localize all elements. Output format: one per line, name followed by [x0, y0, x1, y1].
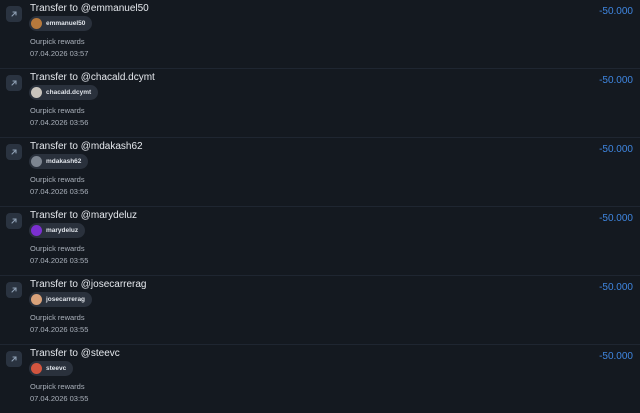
transaction-memo: Ourpick rewards	[30, 106, 85, 115]
transaction-title: Transfer to @mdakash62	[30, 141, 143, 152]
user-chip-label: josecarrerag	[46, 296, 86, 303]
user-chip[interactable]: marydeluz	[29, 223, 86, 238]
transaction-amount: -50.000	[599, 6, 633, 17]
transaction-timestamp: 07.04.2026 03:56	[30, 118, 89, 127]
avatar	[31, 294, 42, 305]
arrow-up-right-icon	[6, 351, 22, 367]
user-chip[interactable]: chacald.dcymt	[29, 85, 99, 100]
transaction-memo: Ourpick rewards	[30, 244, 85, 253]
transaction-amount: -50.000	[599, 144, 633, 155]
transaction-title: Transfer to @chacald.dcymt	[30, 72, 155, 83]
avatar	[31, 225, 42, 236]
transaction-amount: -50.000	[599, 351, 633, 362]
user-chip-label: marydeluz	[46, 227, 79, 234]
transaction-amount: -50.000	[599, 213, 633, 224]
transaction-row[interactable]: Transfer to @steevc steevc Ourpick rewar…	[0, 345, 640, 413]
transaction-title: Transfer to @josecarrerag	[30, 279, 147, 290]
transaction-memo: Ourpick rewards	[30, 37, 85, 46]
user-chip-label: chacald.dcymt	[46, 89, 92, 96]
avatar	[31, 156, 42, 167]
arrow-up-right-icon	[6, 75, 22, 91]
arrow-up-right-icon	[6, 144, 22, 160]
avatar	[31, 18, 42, 29]
user-chip[interactable]: josecarrerag	[29, 292, 93, 307]
user-chip-label: mdakash62	[46, 158, 82, 165]
transaction-row[interactable]: Transfer to @marydeluz marydeluz Ourpick…	[0, 207, 640, 276]
avatar	[31, 363, 42, 374]
avatar	[31, 87, 42, 98]
transaction-title: Transfer to @marydeluz	[30, 210, 138, 221]
user-chip[interactable]: steevc	[29, 361, 74, 376]
transaction-memo: Ourpick rewards	[30, 175, 85, 184]
transaction-title: Transfer to @emmanuel50	[30, 3, 149, 14]
transaction-timestamp: 07.04.2026 03:55	[30, 394, 89, 403]
user-chip[interactable]: emmanuel50	[29, 16, 93, 31]
transaction-list: Transfer to @emmanuel50 emmanuel50 Ourpi…	[0, 0, 640, 413]
arrow-up-right-icon	[6, 6, 22, 22]
transaction-memo: Ourpick rewards	[30, 313, 85, 322]
transaction-row[interactable]: Transfer to @mdakash62 mdakash62 Ourpick…	[0, 138, 640, 207]
user-chip[interactable]: mdakash62	[29, 154, 89, 169]
user-chip-label: emmanuel50	[46, 20, 86, 27]
transaction-title: Transfer to @steevc	[30, 348, 120, 359]
transaction-amount: -50.000	[599, 282, 633, 293]
transaction-timestamp: 07.04.2026 03:55	[30, 325, 89, 334]
transaction-memo: Ourpick rewards	[30, 382, 85, 391]
user-chip-label: steevc	[46, 365, 67, 372]
transaction-timestamp: 07.04.2026 03:57	[30, 49, 89, 58]
arrow-up-right-icon	[6, 213, 22, 229]
arrow-up-right-icon	[6, 282, 22, 298]
transaction-row[interactable]: Transfer to @josecarrerag josecarrerag O…	[0, 276, 640, 345]
transaction-row[interactable]: Transfer to @emmanuel50 emmanuel50 Ourpi…	[0, 0, 640, 69]
transaction-amount: -50.000	[599, 75, 633, 86]
transaction-row[interactable]: Transfer to @chacald.dcymt chacald.dcymt…	[0, 69, 640, 138]
transaction-timestamp: 07.04.2026 03:56	[30, 187, 89, 196]
transaction-timestamp: 07.04.2026 03:55	[30, 256, 89, 265]
